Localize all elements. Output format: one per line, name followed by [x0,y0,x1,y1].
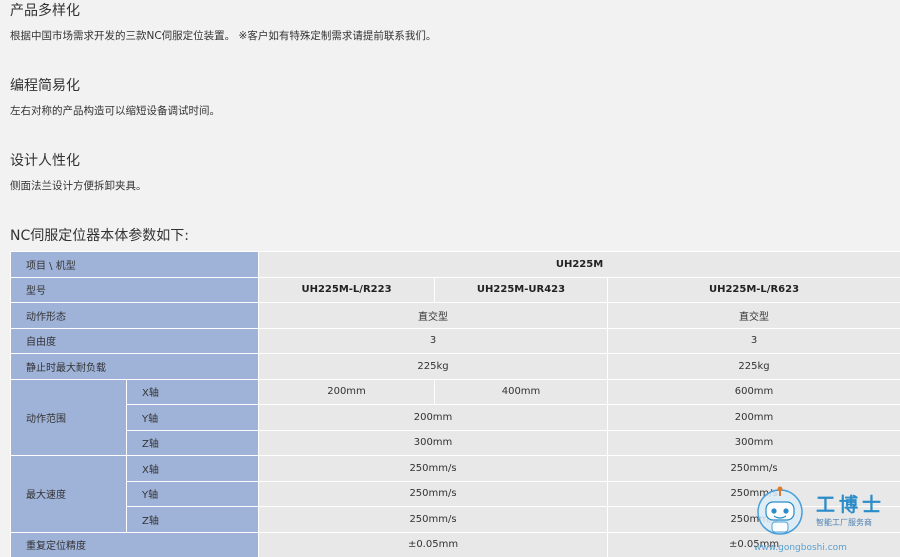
section-desc-diversity: 根据中国市场需求开发的三款NC伺服定位装置。 ※客户如有特殊定制需求请提前联系我… [10,30,437,42]
range-label: 动作范围 [10,378,127,456]
speed-y-axis: Y轴 [125,480,260,507]
max-load-value-1: 225kg [258,353,609,380]
range-x-value-b: 400mm [434,378,609,405]
range-z-axis: Z轴 [125,429,260,456]
speed-x-value-1: 250mm/s [258,455,609,482]
section-desc-programming: 左右对称的产品构造可以缩短设备调试时间。 [10,105,220,117]
watermark-brand: 工博士 [816,494,886,516]
range-x-value-c: 600mm [607,378,900,405]
range-z-value-2: 300mm [607,429,900,456]
motion-form-value-2: 直交型 [607,302,900,329]
model-label-cell: 型号 [9,276,260,303]
table-row-model: 型号 UH225M-L/R223 UH225M-UR423 UH225M-L/R… [9,276,900,303]
section-desc-design: 侧面法兰设计方便拆卸夹具。 [10,180,147,192]
robot-mascot-icon [757,486,803,535]
repeat-label: 重复定位精度 [9,531,260,557]
dof-label: 自由度 [9,327,260,354]
model-cell-2: UH225M-UR423 [434,276,609,303]
speed-y-value-1: 250mm/s [258,480,609,507]
speed-z-axis: Z轴 [125,506,260,533]
spec-table-title: NC伺服定位器本体参数如下: [10,228,189,244]
watermark-url: www.gongboshi.com [754,543,847,553]
table-row-max-load: 静止时最大耐负载 225kg 225kg [9,353,900,380]
dof-value-1: 3 [258,327,609,354]
speed-x-axis: X轴 [125,455,260,482]
dof-value-2: 3 [607,327,900,354]
range-y-value-2: 200mm [607,404,900,431]
section-title-design: 设计人性化 [10,153,80,169]
model-cell-1: UH225M-L/R223 [258,276,436,303]
speed-label: 最大速度 [10,455,127,533]
table-row-motion-form: 动作形态 直交型 直交型 [9,302,900,329]
table-row-range-x: 动作范围 X轴 200mm 400mm 600mm [10,378,900,456]
range-y-axis: Y轴 [125,404,260,431]
speed-z-value-1: 250mm/s [258,506,609,533]
repeat-value-1: ±0.05mm [258,531,609,557]
table-row-dof: 自由度 3 3 [9,327,900,354]
table-row-range-z: Z轴 300mm 300mm [11,429,900,456]
motion-form-label: 动作形态 [9,302,260,329]
motion-form-value-1: 直交型 [258,302,609,329]
range-x-axis: X轴 [125,378,260,405]
table-row-range-y: Y轴 200mm 200mm [11,404,900,431]
range-z-value-1: 300mm [258,429,609,456]
section-title-programming: 编程简易化 [10,78,80,94]
range-x-value-a: 200mm [258,378,436,405]
range-y-value-1: 200mm [258,404,609,431]
watermark-tagline: 智能工厂服务商 [816,518,872,527]
series-cell: UH225M [258,251,900,278]
max-load-value-2: 225kg [607,353,900,380]
page: 产品多样化 根据中国市场需求开发的三款NC伺服定位装置。 ※客户如有特殊定制需求… [0,0,900,557]
max-load-label: 静止时最大耐负载 [9,353,260,380]
table-row-header: 项目 \ 机型 UH225M [9,251,900,278]
header-item-cell: 项目 \ 机型 [9,251,260,278]
watermark: 工博士 智能工厂服务商 www.gongboshi.com [752,478,900,557]
section-title-diversity: 产品多样化 [10,3,80,19]
model-cell-3: UH225M-L/R623 [607,276,900,303]
